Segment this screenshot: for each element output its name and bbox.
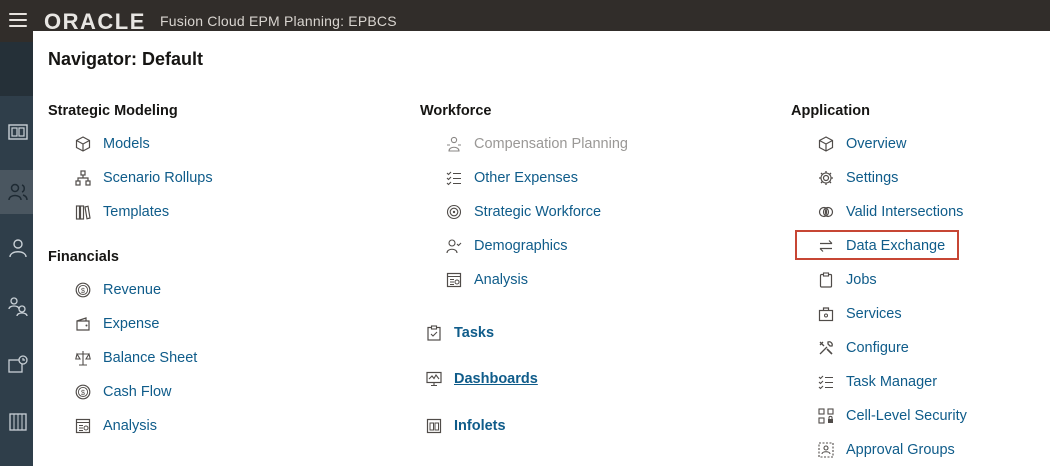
- intersection-icon: [817, 203, 835, 221]
- hierarchy-icon: [74, 169, 92, 187]
- person-icon[interactable]: [8, 238, 28, 258]
- nav-item-demographics[interactable]: Demographics: [445, 235, 568, 257]
- navigator-title: Navigator: Default: [48, 49, 204, 69]
- nav-item-overview[interactable]: Overview: [817, 133, 906, 155]
- books-icon: [74, 203, 92, 221]
- nav-item-task-manager[interactable]: Task Manager: [817, 371, 937, 393]
- clipboard-check-icon: [425, 324, 443, 342]
- nav-link-infolets[interactable]: Infolets: [425, 415, 506, 437]
- infolet-icon: [425, 417, 443, 435]
- nav-item-configure[interactable]: Configure: [817, 337, 909, 359]
- tools-icon: [817, 339, 835, 357]
- nav-item-scenario-rollups[interactable]: Scenario Rollups: [74, 167, 213, 189]
- nav-link-tasks[interactable]: Tasks: [425, 322, 494, 344]
- calendar-clock-icon[interactable]: [8, 354, 28, 374]
- data-exchange-highlight: [795, 230, 959, 260]
- group-box-icon: [817, 441, 835, 459]
- nav-item-cash-flow[interactable]: $ Cash Flow: [74, 381, 172, 403]
- gear-icon: [817, 169, 835, 187]
- nav-link-dashboards[interactable]: Dashboards: [425, 368, 538, 390]
- nav-item-strategic-workforce[interactable]: Strategic Workforce: [445, 201, 601, 223]
- report-icon: [445, 271, 463, 289]
- nav-item-other-expenses[interactable]: Other Expenses: [445, 167, 578, 189]
- target-person-icon: [445, 203, 463, 221]
- briefcase-icon: [817, 305, 835, 323]
- grid-lock-icon: [817, 407, 835, 425]
- people-money-icon[interactable]: [8, 296, 28, 316]
- person-check-icon: [445, 237, 463, 255]
- nav-item-settings[interactable]: Settings: [817, 167, 898, 189]
- dashboard-icon[interactable]: [8, 122, 28, 142]
- nav-item-valid-intersections[interactable]: Valid Intersections: [817, 201, 963, 223]
- nav-item-services[interactable]: Services: [817, 303, 902, 325]
- scale-icon: [74, 349, 92, 367]
- cube-icon: [817, 135, 835, 153]
- nav-item-models[interactable]: Models: [74, 133, 150, 155]
- svg-text:$: $: [81, 288, 85, 295]
- nav-item-approval-groups[interactable]: Approval Groups: [817, 439, 955, 461]
- clipboard-icon: [817, 271, 835, 289]
- cube-icon: [74, 135, 92, 153]
- hamburger-menu-icon[interactable]: [9, 13, 27, 28]
- nav-item-balance-sheet[interactable]: Balance Sheet: [74, 347, 197, 369]
- building-icon[interactable]: [8, 412, 28, 432]
- section-heading-strategic-modeling: Strategic Modeling: [48, 103, 178, 119]
- people-money-icon: [445, 135, 463, 153]
- nav-item-compensation-planning: Compensation Planning: [445, 133, 628, 155]
- nav-item-expense[interactable]: Expense: [74, 313, 159, 335]
- dollar-circle-icon: $: [74, 383, 92, 401]
- people-icon[interactable]: [8, 182, 28, 202]
- monitor-chart-icon: [425, 370, 443, 388]
- dollar-circle-icon: $: [74, 281, 92, 299]
- nav-item-workforce-analysis[interactable]: Analysis: [445, 269, 528, 291]
- report-icon: [74, 417, 92, 435]
- wallet-icon: [74, 315, 92, 333]
- nav-item-revenue[interactable]: $ Revenue: [74, 279, 161, 301]
- svg-text:$: $: [81, 390, 85, 397]
- app-title: Fusion Cloud EPM Planning: EPBCS: [160, 13, 397, 29]
- nav-item-cell-level-security[interactable]: Cell-Level Security: [817, 405, 967, 427]
- section-heading-workforce: Workforce: [420, 103, 492, 119]
- checklist-icon: [817, 373, 835, 391]
- section-heading-application: Application: [791, 103, 870, 119]
- nav-item-financials-analysis[interactable]: Analysis: [74, 415, 157, 437]
- nav-item-templates[interactable]: Templates: [74, 201, 169, 223]
- checklist-icon: [445, 169, 463, 187]
- nav-item-jobs[interactable]: Jobs: [817, 269, 877, 291]
- section-heading-financials: Financials: [48, 249, 119, 265]
- left-sidebar: [0, 42, 33, 466]
